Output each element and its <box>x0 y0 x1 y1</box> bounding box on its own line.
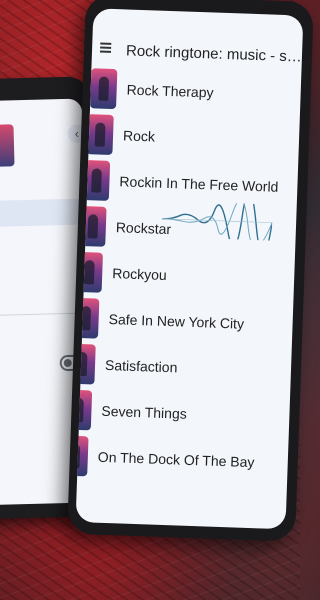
list-item[interactable]: Satisfaction <box>75 342 179 390</box>
album-art-thumbnail <box>0 124 15 167</box>
song-title: Rockin In The Free World <box>119 173 279 195</box>
list-item[interactable]: Rock <box>86 112 155 158</box>
waveform-icon <box>162 200 273 241</box>
album-art-thumbnail <box>75 251 103 293</box>
song-title: Safe In New York City <box>108 310 245 332</box>
toggle-knob <box>63 358 72 368</box>
song-title: Seven Things <box>101 402 188 422</box>
menu-icon[interactable] <box>99 42 112 53</box>
album-art-thumbnail <box>82 160 111 201</box>
album-art-thumbnail <box>90 68 118 110</box>
ringtone-list: Rock Therapy Rock Rockin In The Free Wor… <box>75 66 301 477</box>
list-item[interactable]: Safe In New York City <box>75 296 245 346</box>
phone-front: Rock ringtone: music - s… Rock Therapy R… <box>67 0 314 542</box>
search-field[interactable] <box>0 198 89 228</box>
album-art-thumbnail <box>79 205 107 247</box>
list-item[interactable]: Rockyou <box>75 250 168 297</box>
album-art-thumbnail <box>75 389 93 431</box>
list-item[interactable]: Seven Things <box>75 388 188 436</box>
list-item[interactable]: Rock Therapy <box>90 66 214 114</box>
song-title: Rock <box>122 127 156 145</box>
song-title: On The Dock Of The Bay <box>97 448 255 471</box>
album-art-thumbnail <box>75 297 100 339</box>
divider <box>0 312 85 317</box>
album-art-thumbnail <box>86 114 114 156</box>
album-art-thumbnail <box>75 435 89 477</box>
list-item[interactable]: On The Dock Of The Bay <box>75 433 256 484</box>
song-title: Rock Therapy <box>126 81 214 101</box>
front-phone-screen: Rock ringtone: music - s… Rock Therapy R… <box>75 8 304 530</box>
app-title: Rock ringtone: music - s… <box>125 42 303 66</box>
list-item-playing[interactable]: Rockstar <box>79 200 273 251</box>
song-title: Satisfaction <box>104 356 178 376</box>
album-art-thumbnail <box>75 343 96 385</box>
song-title: Rockyou <box>111 265 167 283</box>
